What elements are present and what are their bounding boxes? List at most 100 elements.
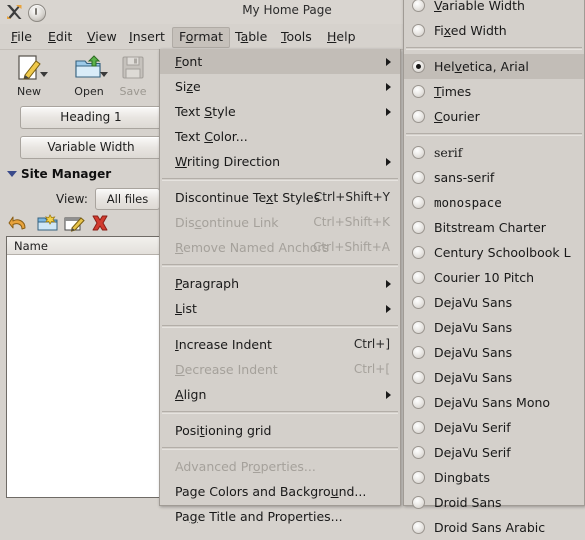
file-list-column-name: Name bbox=[14, 239, 48, 253]
format-menu-item-page-title-and-properties[interactable]: Page Title and Properties... bbox=[160, 504, 400, 529]
view-filter-select[interactable]: All files bbox=[95, 188, 160, 210]
submenu-arrow-icon bbox=[386, 58, 391, 66]
menu-separator bbox=[162, 264, 398, 267]
format-menu-item-writing-direction[interactable]: Writing Direction bbox=[160, 149, 400, 174]
format-menu-item-paragraph[interactable]: Paragraph bbox=[160, 271, 400, 296]
font-option-dejavu-serif[interactable]: DejaVu Serif bbox=[404, 440, 584, 465]
format-menu-item-positioning-grid[interactable]: Positioning grid bbox=[160, 418, 400, 443]
paragraph-style-select[interactable]: Heading 1 bbox=[20, 106, 162, 129]
font-option-sans-serif[interactable]: sans-serif bbox=[404, 165, 584, 190]
font-option-label: DejaVu Sans bbox=[434, 370, 513, 385]
menubar-format[interactable]: Format bbox=[172, 27, 231, 48]
toolbar-button-label: Save bbox=[119, 85, 147, 98]
menu-item-label: List bbox=[175, 301, 197, 316]
menu-item-label: Discontinue Text Styles bbox=[175, 190, 321, 205]
radio-icon bbox=[412, 446, 425, 459]
font-option-label: DejaVu Serif bbox=[434, 445, 511, 460]
font-option-fixed-width[interactable]: Fixed Width bbox=[404, 18, 584, 43]
font-option-label: Droid Sans Arabic bbox=[434, 520, 546, 535]
font-option-label: DejaVu Sans Mono bbox=[434, 395, 551, 410]
submenu-arrow-icon bbox=[386, 280, 391, 288]
menu-item-label: Page Colors and Background... bbox=[175, 484, 367, 499]
site-manager-toolbar bbox=[0, 210, 160, 238]
font-option-helvetica-arial[interactable]: Helvetica, Arial bbox=[404, 54, 584, 79]
collapse-triangle-icon[interactable] bbox=[7, 171, 17, 177]
font-option-dejavu-serif[interactable]: DejaVu Serif bbox=[404, 415, 584, 440]
menubar-view[interactable]: View bbox=[80, 27, 124, 46]
menu-item-accelerator: Ctrl+Shift+A bbox=[313, 240, 390, 254]
font-option-dejavu-sans[interactable]: DejaVu Sans bbox=[404, 340, 584, 365]
font-option-label: Bitstream Charter bbox=[434, 220, 546, 235]
radio-icon bbox=[412, 346, 425, 359]
font-option-dejavu-sans[interactable]: DejaVu Sans bbox=[404, 315, 584, 340]
format-menu-item-text-style[interactable]: Text Style bbox=[160, 99, 400, 124]
format-menu-item-increase-indent[interactable]: Increase Indent Ctrl+] bbox=[160, 332, 400, 357]
font-option-century-schoolbook-l[interactable]: Century Schoolbook L bbox=[404, 240, 584, 265]
site-new-folder-button[interactable] bbox=[36, 212, 60, 236]
font-option-dejavu-sans[interactable]: DejaVu Sans bbox=[404, 290, 584, 315]
format-menu-item-font[interactable]: Font bbox=[160, 49, 400, 74]
font-option-courier-10-pitch[interactable]: Courier 10 Pitch bbox=[404, 265, 584, 290]
chevron-down-icon[interactable] bbox=[100, 72, 108, 77]
save-disk-icon bbox=[110, 54, 156, 84]
file-list-header[interactable]: Name bbox=[7, 237, 159, 255]
format-menu-item-align[interactable]: Align bbox=[160, 382, 400, 407]
radio-icon bbox=[412, 85, 425, 98]
radio-icon bbox=[412, 221, 425, 234]
format-menu-item-advanced-properties: Advanced Properties... bbox=[160, 454, 400, 479]
menubar-edit[interactable]: Edit bbox=[41, 27, 79, 46]
radio-icon bbox=[412, 271, 425, 284]
format-menu-item-page-colors-and-background[interactable]: Page Colors and Background... bbox=[160, 479, 400, 504]
site-edit-button[interactable] bbox=[62, 212, 86, 236]
font-option-dejavu-sans-mono[interactable]: DejaVu Sans Mono bbox=[404, 390, 584, 415]
format-menu-item-size[interactable]: Size bbox=[160, 74, 400, 99]
site-undo-button[interactable] bbox=[8, 212, 32, 236]
menu-item-label: Increase Indent bbox=[175, 337, 272, 352]
new-page-icon bbox=[6, 54, 52, 84]
menu-item-label: Page Title and Properties... bbox=[175, 509, 343, 524]
font-option-bitstream-charter[interactable]: Bitstream Charter bbox=[404, 215, 584, 240]
menu-item-label: Size bbox=[175, 79, 201, 94]
toolbar-button-label: New bbox=[17, 85, 41, 98]
format-menu-item-discontinue-text-styles[interactable]: Discontinue Text Styles Ctrl+Shift+Y bbox=[160, 185, 400, 210]
radio-icon bbox=[412, 0, 425, 12]
font-option-serif[interactable]: serif bbox=[404, 140, 584, 165]
site-delete-button[interactable] bbox=[88, 212, 112, 236]
font-option-monospace[interactable]: monospace bbox=[404, 190, 584, 215]
font-width-select[interactable]: Variable Width bbox=[20, 136, 162, 159]
format-menu[interactable]: Font Size Text Style Text Color... Writing D… bbox=[159, 49, 401, 524]
font-option-dejavu-sans[interactable]: DejaVu Sans bbox=[404, 365, 584, 390]
font-option-label: Droid Sans bbox=[434, 495, 502, 510]
chevron-down-icon[interactable] bbox=[40, 72, 48, 77]
menu-item-label: Align bbox=[175, 387, 207, 402]
submenu-arrow-icon bbox=[386, 83, 391, 91]
font-option-label: Times bbox=[434, 84, 472, 99]
menubar-file[interactable]: File bbox=[4, 27, 39, 46]
font-option-variable-width[interactable]: Variable Width bbox=[404, 0, 584, 18]
font-option-times[interactable]: Times bbox=[404, 79, 584, 104]
radio-icon bbox=[412, 421, 425, 434]
font-option-dingbats[interactable]: Dingbats bbox=[404, 465, 584, 490]
menu-item-accelerator: Ctrl+] bbox=[353, 337, 390, 351]
font-option-label: Courier bbox=[434, 109, 480, 124]
format-menu-item-list[interactable]: List bbox=[160, 296, 400, 321]
font-option-courier[interactable]: Courier bbox=[404, 104, 584, 129]
menu-item-label: Discontinue Link bbox=[175, 215, 279, 230]
menu-item-label: Writing Direction bbox=[175, 154, 281, 169]
site-file-list[interactable]: Name bbox=[6, 236, 160, 498]
font-option-label: monospace bbox=[434, 195, 502, 210]
font-option-droid-sans-arabic[interactable]: Droid Sans Arabic bbox=[404, 515, 584, 540]
site-manager-header[interactable]: Site Manager bbox=[0, 165, 160, 183]
format-menu-item-remove-named-anchors: Remove Named Anchors Ctrl+Shift+A bbox=[160, 235, 400, 260]
format-menu-item-text-color[interactable]: Text Color... bbox=[160, 124, 400, 149]
radio-icon bbox=[412, 521, 425, 534]
menubar-table[interactable]: Table bbox=[228, 27, 274, 46]
radio-icon bbox=[412, 321, 425, 334]
menubar-help[interactable]: Help bbox=[320, 27, 363, 46]
menubar-tools[interactable]: Tools bbox=[274, 27, 319, 46]
radio-icon bbox=[412, 171, 425, 184]
open-file-icon bbox=[66, 54, 112, 84]
font-option-droid-sans[interactable]: Droid Sans bbox=[404, 490, 584, 515]
menubar-insert[interactable]: Insert bbox=[122, 27, 172, 46]
font-submenu[interactable]: Variable Width Fixed Width Helvetica, Aria… bbox=[403, 0, 585, 535]
